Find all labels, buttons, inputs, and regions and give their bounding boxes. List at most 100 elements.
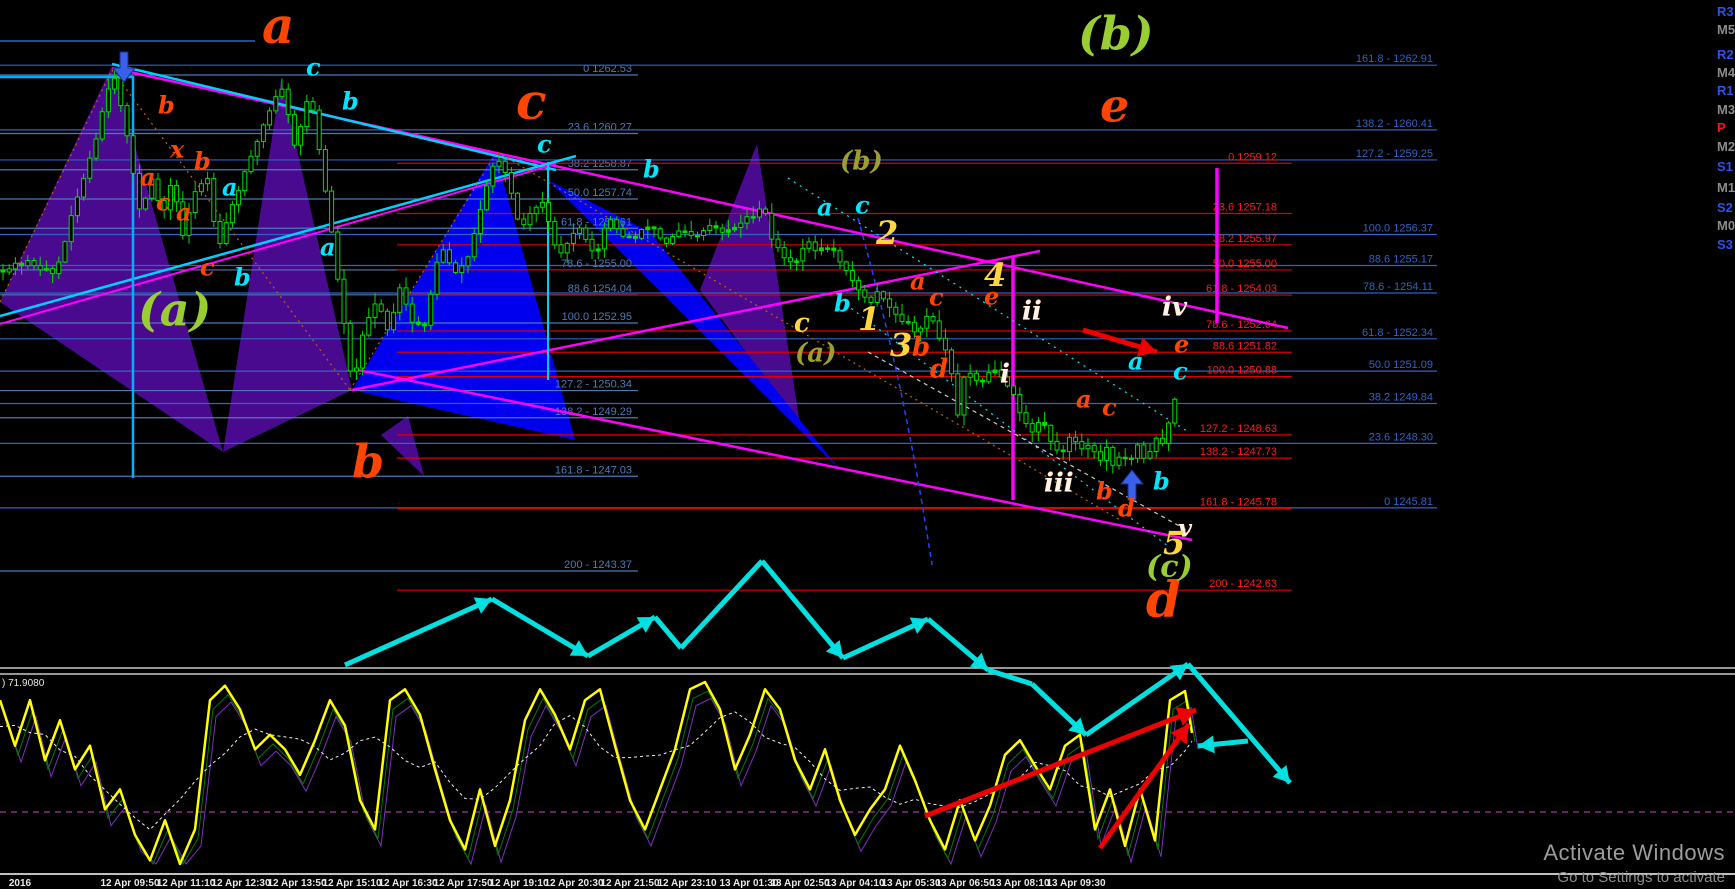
fib-label-red-1[interactable]: 23.6 1257.18 (1213, 202, 1277, 214)
wave-letter-d-32[interactable]: d (930, 354, 948, 384)
time-axis-label-18[interactable]: 13 Apr 09:30 (1046, 878, 1106, 889)
zigzag-segment-1[interactable] (490, 596, 590, 659)
price-chart-canvas[interactable]: 0 1262.5323.6 1260.2738.2 1258.8750.0 12… (0, 0, 1735, 889)
time-axis-label-9[interactable]: 12 Apr 20:30 (544, 878, 604, 889)
time-axis-label-5[interactable]: 12 Apr 15:10 (322, 878, 382, 889)
fib-label-right-9[interactable]: 23.6 1248.30 (1369, 431, 1433, 443)
wave-letter-x-9[interactable]: x (169, 135, 185, 164)
fib-label-center-5[interactable]: 78.6 - 1255.00 (561, 258, 632, 270)
time-axis-label-4[interactable]: 12 Apr 13:50 (267, 878, 327, 889)
wave-letter-c-23[interactable]: c (855, 191, 870, 220)
zigzag-segment-5[interactable] (760, 559, 845, 660)
wave-letter-a-33[interactable]: a (910, 267, 926, 296)
zigzag-segment-4[interactable] (679, 559, 764, 650)
time-axis-label-16[interactable]: 13 Apr 06:50 (935, 878, 995, 889)
zigzag-segment-11[interactable] (1186, 662, 1292, 785)
wave-letter-e-48[interactable]: e (1174, 330, 1189, 359)
time-axis-label-2[interactable]: 12 Apr 11:10 (157, 878, 216, 889)
wave-letter-c-12[interactable]: c (156, 188, 171, 217)
wave-letter-3-30[interactable]: 3 (890, 326, 912, 364)
wave-letter-(a)-4[interactable]: (a) (138, 283, 211, 337)
wave-letter-2-27[interactable]: 2 (875, 214, 898, 252)
wave-letter-a-11[interactable]: a (140, 163, 156, 192)
wave-letter-c-50[interactable]: c (1102, 393, 1117, 422)
wave-letter-e-36[interactable]: e (984, 282, 999, 311)
wave-letter-b-31[interactable]: b (912, 332, 930, 362)
pivot-label-R2[interactable]: R2 (1717, 47, 1734, 62)
wave-letter-b-21[interactable]: b (643, 155, 660, 184)
zigzag-segment-3[interactable] (653, 615, 683, 650)
fib-label-red-10[interactable]: 161.8 - 1245.78 (1200, 497, 1277, 509)
wave-letter-iii-39[interactable]: iii (1044, 468, 1074, 499)
fib-label-red-7[interactable]: 100.0 1250.88 (1207, 365, 1277, 377)
pivot-label-S1[interactable]: S1 (1717, 159, 1733, 174)
pivot-label-M3[interactable]: M3 (1717, 102, 1735, 117)
time-axis-label-15[interactable]: 13 Apr 05:30 (881, 878, 941, 889)
fib-label-right-10[interactable]: 0 1245.81 (1384, 496, 1433, 508)
wave-letter-c-29[interactable]: c (794, 308, 810, 338)
pivot-label-M4[interactable]: M4 (1717, 65, 1735, 80)
wave-letter-a-0[interactable]: a (262, 0, 294, 55)
fib-label-red-0[interactable]: 0 1259.12 (1228, 151, 1277, 163)
wave-letter-iv-40[interactable]: iv (1162, 292, 1188, 323)
pivot-label-S3[interactable]: S3 (1717, 237, 1733, 252)
fib-label-right-7[interactable]: 50.0 1251.09 (1369, 359, 1433, 371)
wave-letter-c-14[interactable]: c (200, 253, 215, 282)
pivot-label-M2[interactable]: M2 (1717, 139, 1735, 154)
wave-letter-b-42[interactable]: b (1096, 477, 1113, 506)
pivot-label-M5[interactable]: M5 (1717, 22, 1735, 37)
wave-letter-5-45[interactable]: 5 (1163, 524, 1185, 562)
wave-letter-b-5[interactable]: b (352, 435, 384, 489)
mt4-chart-window[interactable]: 0 1262.53 23.6 1260.27 38.2 1258.87 50.0 12… (0, 0, 1735, 889)
time-axis-label-13[interactable]: 13 Apr 02:50 (770, 878, 830, 889)
wave-letter-a-49[interactable]: a (1076, 385, 1092, 414)
fib-label-red-2[interactable]: 38.2 1255.97 (1213, 233, 1277, 245)
wave-letter-i-38[interactable]: i (1000, 359, 1010, 390)
fib-label-right-4[interactable]: 88.6 1255.17 (1369, 254, 1433, 266)
fib-label-red-11[interactable]: 200 - 1242.63 (1209, 578, 1277, 590)
wave-letter-e-3[interactable]: e (1100, 79, 1129, 133)
fib-label-red-3[interactable]: 50.0 1255.00 (1213, 258, 1277, 270)
fib-label-center-10[interactable]: 161.8 - 1247.03 (555, 464, 632, 476)
pivot-label-R1[interactable]: R1 (1717, 83, 1734, 98)
fib-label-right-8[interactable]: 38.2 1249.84 (1369, 392, 1433, 404)
wave-letter-d-43[interactable]: d (1118, 494, 1135, 523)
wave-letter-(a)-26[interactable]: (a) (795, 338, 836, 368)
wave-triangle-3[interactable] (381, 416, 424, 476)
wave-letter-1-28[interactable]: 1 (858, 300, 880, 338)
wave-letter-b-8[interactable]: b (158, 91, 175, 120)
time-axis-label-10[interactable]: 12 Apr 21:50 (600, 878, 660, 889)
fib-label-center-3[interactable]: 50.0 1257.74 (568, 187, 632, 199)
wave-letter-c-20[interactable]: c (537, 130, 552, 159)
wave-letter-c-34[interactable]: c (929, 283, 944, 312)
wave-letter-b-24[interactable]: b (834, 289, 851, 318)
fib-label-red-8[interactable]: 127.2 - 1248.63 (1200, 423, 1277, 435)
pivot-label-S2[interactable]: S2 (1717, 200, 1733, 215)
red-arrow-1[interactable] (924, 707, 1197, 819)
wave-triangle-4[interactable] (352, 152, 575, 440)
fib-label-right-6[interactable]: 61.8 - 1252.34 (1362, 327, 1433, 339)
wave-triangle-2[interactable] (700, 144, 800, 425)
time-axis-label-1[interactable]: 12 Apr 09:50 (100, 878, 160, 889)
dashed-line-6[interactable] (867, 351, 1191, 533)
time-axis-label-6[interactable]: 12 Apr 16:30 (378, 878, 438, 889)
wave-letter-c-1[interactable]: c (516, 72, 546, 131)
time-axis-label-0[interactable]: 2016 (9, 878, 32, 889)
fib-label-center-4[interactable]: 61.8 - 1256.61 (561, 216, 632, 228)
fib-label-center-8[interactable]: 127.2 - 1250.34 (555, 379, 632, 391)
wave-letter-b-44[interactable]: b (1153, 467, 1170, 496)
pivot-label-M0[interactable]: M0 (1717, 218, 1735, 233)
pivot-label-M1[interactable]: M1 (1717, 180, 1735, 195)
fib-label-right-2[interactable]: 127.2 - 1259.25 (1356, 148, 1433, 160)
zigzag-arrowhead-12[interactable] (1198, 735, 1215, 754)
fib-label-right-0[interactable]: 161.8 - 1262.91 (1356, 53, 1433, 65)
wave-triangle-0[interactable] (0, 66, 223, 452)
wave-letter-(b)-25[interactable]: (b) (840, 146, 883, 176)
fib-label-red-9[interactable]: 138.2 - 1247.73 (1200, 446, 1277, 458)
zigzag-segment-0[interactable] (343, 596, 494, 668)
wave-letter-a-22[interactable]: a (817, 193, 833, 222)
time-axis-label-11[interactable]: 12 Apr 23:10 (657, 878, 717, 889)
fib-label-center-1[interactable]: 23.6 1260.27 (568, 122, 632, 134)
pivot-label-R3[interactable]: R3 (1717, 4, 1734, 19)
time-axis-label-8[interactable]: 12 Apr 19:10 (489, 878, 549, 889)
